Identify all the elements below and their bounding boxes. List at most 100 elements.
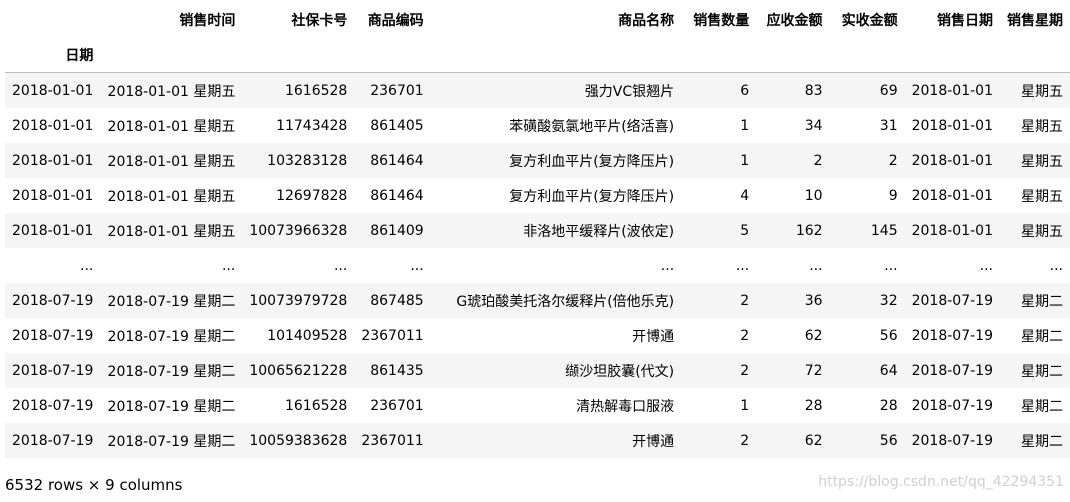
table-cell: 非洛地平缓释片(波依定): [523, 223, 675, 240]
table-cell: 1: [740, 117, 750, 134]
table-cell: 2018-01-01: [911, 152, 993, 169]
table-cell: 12697828: [276, 187, 348, 204]
table-cell: 1: [740, 152, 750, 169]
table-cell: 10059383628: [249, 432, 348, 449]
table-cell: 103283128: [267, 152, 348, 169]
table-cell: 2018-07-19 星期二: [107, 398, 236, 415]
table-cell: 145: [870, 222, 898, 239]
table-cell: 861405: [370, 117, 424, 134]
table-cell: 28: [879, 397, 898, 414]
table-cell: 28: [804, 397, 823, 414]
table-cell: 2018-07-19 星期二: [107, 433, 236, 450]
table-cell: 清热解毒口服液: [576, 398, 675, 415]
table-cell: 10073966328: [249, 222, 348, 239]
table-cell: 2367011: [361, 432, 424, 449]
table-cell: 星期五: [1021, 153, 1063, 170]
table-cell: 861464: [370, 152, 424, 169]
table-cell: 2018-01-01 星期五: [107, 188, 236, 205]
table-cell: 2018-01-01: [911, 222, 993, 239]
column-header: 社保卡号: [291, 12, 348, 29]
table-cell: 2018-01-01 星期五: [107, 118, 236, 135]
table-cell: 72: [804, 362, 823, 379]
table-cell: 缬沙坦胶囊(代文): [565, 363, 675, 380]
table-cell: 星期二: [1021, 293, 1063, 310]
table-cell: 2018-07-19: [911, 397, 993, 414]
table-cell: ...: [333, 257, 348, 274]
row-index: 2018-01-01: [12, 117, 94, 134]
table-row: 2018-07-19 2018-07-19 星期二 10065621228 86143…: [5, 353, 1070, 388]
table-cell: 1: [740, 397, 750, 414]
table-cell: ...: [660, 257, 675, 274]
column-header: 销售星期: [1007, 12, 1063, 29]
table-cell: 2018-01-01 星期五: [107, 153, 236, 170]
table-row: ..............................: [5, 248, 1070, 283]
table-cell: 5: [740, 222, 750, 239]
column-header: 销售日期: [936, 12, 993, 29]
table-cell: 复方利血平片(复方降压片): [509, 153, 675, 170]
table-cell: 32: [879, 292, 898, 309]
table-cell: 34: [804, 117, 823, 134]
table-cell: ...: [979, 257, 993, 274]
table-cell: 4: [740, 187, 750, 204]
table-cell: 2: [740, 432, 750, 449]
watermark: https://blog.csdn.net/qq_42294351: [818, 474, 1064, 490]
table-cell: 2: [888, 152, 898, 169]
table-cell: 2018-01-01: [911, 117, 993, 134]
table-cell: 开博通: [632, 328, 675, 345]
table-cell: 31: [879, 117, 898, 134]
table-row: 2018-07-19 2018-07-19 星期二 10059383628 23670…: [5, 423, 1070, 458]
table-cell: 2: [740, 327, 750, 344]
column-header: 应收金额: [766, 12, 823, 29]
table-cell: 62: [804, 327, 823, 344]
table-cell: 236701: [370, 82, 424, 99]
table-cell: 69: [879, 82, 898, 99]
table-cell: ...: [735, 257, 750, 274]
table-cell: ...: [1049, 257, 1063, 274]
column-header-row: 销售时间 社保卡号 商品编码 商品名称 销售数量 应收金额 实收金额 销售日期 …: [5, 2, 1070, 37]
table-cell: 10073979728: [249, 292, 348, 309]
table-cell: 861464: [370, 187, 424, 204]
index-header-row: 日期: [5, 37, 1070, 73]
table-row: 2018-01-01 2018-01-01 星期五 12697828 861464 复方…: [5, 178, 1070, 213]
table-cell: 2018-07-19: [911, 292, 993, 309]
table-cell: 星期五: [1021, 83, 1063, 100]
row-index: 2018-07-19: [12, 397, 94, 414]
table-cell: 2018-07-19: [911, 362, 993, 379]
table-row: 2018-07-19 2018-07-19 星期二 10073979728 86748…: [5, 283, 1070, 318]
table-row: 2018-01-01 2018-01-01 星期五 103283128 861464 复…: [5, 143, 1070, 178]
table-cell: 星期二: [1021, 433, 1063, 450]
table-cell: 64: [879, 362, 898, 379]
index-name: 日期: [65, 47, 94, 64]
table-cell: 867485: [370, 292, 424, 309]
table-cell: 苯磺酸氨氯地平片(络活喜): [509, 118, 675, 135]
column-header: 商品编码: [367, 12, 424, 29]
table-cell: 2018-07-19 星期二: [107, 328, 236, 345]
table-cell: 复方利血平片(复方降压片): [509, 188, 675, 205]
table-cell: G琥珀酸美托洛尔缓释片(倍他乐克): [456, 293, 675, 310]
table-cell: 星期二: [1021, 398, 1063, 415]
row-index: 2018-07-19: [12, 327, 94, 344]
row-index: 2018-01-01: [12, 82, 94, 99]
table-cell: 强力VC银翘片: [584, 83, 675, 100]
table-cell: 10: [804, 187, 823, 204]
table-cell: 56: [879, 327, 898, 344]
table-row: 2018-07-19 2018-07-19 星期二 1616528 236701 清热解…: [5, 388, 1070, 423]
table-cell: 101409528: [267, 327, 348, 344]
corner-cell: [5, 2, 100, 37]
table-cell: 2: [740, 362, 750, 379]
table-cell: ...: [884, 257, 898, 274]
table-cell: 9: [888, 187, 898, 204]
table-cell: 1616528: [284, 82, 348, 99]
table-cell: 2018-07-19 星期二: [107, 293, 236, 310]
table-cell: 11743428: [276, 117, 348, 134]
column-header: 销售数量: [693, 12, 750, 29]
shape-summary: 6532 rows × 9 columns: [5, 476, 183, 494]
table-cell: 2018-01-01 星期五: [107, 83, 236, 100]
table-cell: 83: [804, 82, 823, 99]
column-header: 实收金额: [841, 12, 898, 29]
table-cell: ...: [221, 257, 236, 274]
table-cell: 62: [804, 432, 823, 449]
table-cell: 236701: [370, 397, 424, 414]
table-cell: 2018-01-01 星期五: [107, 223, 236, 240]
row-index: 2018-01-01: [12, 187, 94, 204]
